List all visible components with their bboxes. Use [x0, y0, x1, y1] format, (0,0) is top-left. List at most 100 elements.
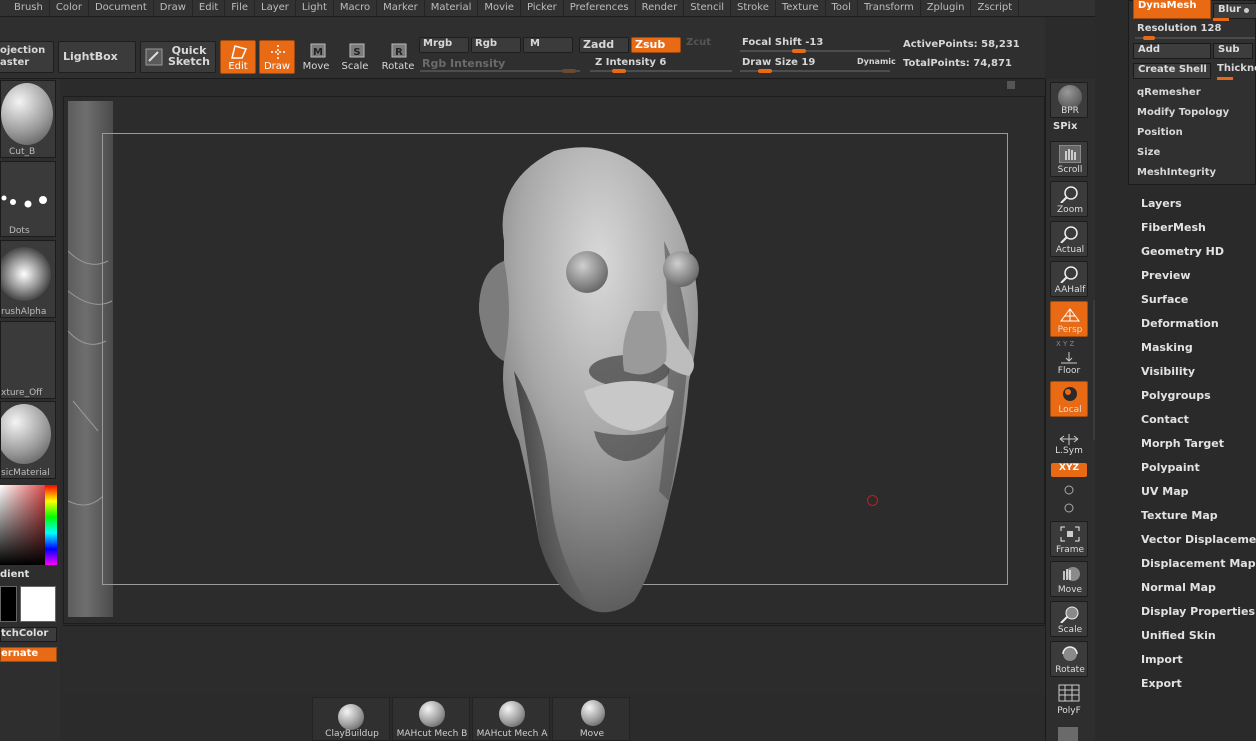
menu-material[interactable]: Material	[425, 0, 479, 16]
draw-size-control[interactable]: Draw Size 19	[742, 57, 815, 68]
dynamic-toggle[interactable]: Dynamic	[857, 57, 896, 66]
texture-thumbnail[interactable]: xture_Off	[0, 321, 56, 399]
tool-menu-fibermesh[interactable]: FiberMesh	[1141, 221, 1206, 234]
menu-render[interactable]: Render	[636, 0, 685, 16]
quick-sketch-button[interactable]: Quick Sketch	[140, 41, 216, 73]
meshintegrity-item[interactable]: MeshIntegrity	[1137, 167, 1216, 178]
thickness-slider-knob[interactable]	[1217, 77, 1233, 80]
zadd-button[interactable]: Zadd	[579, 37, 629, 53]
z-intensity-control[interactable]: Z Intensity 6	[595, 57, 666, 68]
secondary-color-swatch[interactable]	[0, 586, 17, 622]
blur-slider-knob[interactable]	[1213, 18, 1229, 21]
rgb-intensity-label[interactable]: Rgb Intensity	[422, 57, 505, 70]
blur-control[interactable]: Blur	[1213, 3, 1256, 19]
tool-menu-texture-map[interactable]: Texture Map	[1141, 509, 1218, 522]
rgb-intensity-knob[interactable]	[562, 69, 576, 73]
tool-menu-polypaint[interactable]: Polypaint	[1141, 461, 1200, 474]
lightbox-button[interactable]: LightBox	[58, 41, 136, 73]
focal-shift-knob[interactable]	[792, 49, 806, 53]
edit-button[interactable]: Edit	[220, 40, 256, 74]
tool-menu-contact[interactable]: Contact	[1141, 413, 1189, 426]
bpr-button[interactable]: BPR	[1050, 82, 1088, 118]
rgb-button[interactable]: Rgb	[471, 37, 521, 53]
menu-zplugin[interactable]: Zplugin	[921, 0, 972, 16]
rgb-intensity-slider[interactable]	[420, 70, 580, 72]
focal-shift-control[interactable]: Focal Shift -13	[742, 37, 823, 48]
menu-marker[interactable]: Marker	[377, 0, 425, 16]
tool-menu-normal-map[interactable]: Normal Map	[1141, 581, 1216, 594]
create-shell-button[interactable]: Create Shell	[1133, 63, 1211, 79]
floor-button[interactable]: Floor	[1050, 341, 1088, 377]
hue-slider[interactable]	[45, 485, 57, 565]
frame-button[interactable]: Frame	[1050, 521, 1088, 557]
main-color-swatch[interactable]	[20, 586, 56, 622]
menu-stroke[interactable]: Stroke	[731, 0, 776, 16]
tool-menu-vector-displacement[interactable]: Vector Displacement	[1141, 533, 1256, 546]
tray-brush-mahcut-b[interactable]: MAHcut Mech B	[392, 697, 470, 741]
tray-brush-mahcut-a[interactable]: MAHcut Mech A	[472, 697, 550, 741]
menu-zscript[interactable]: Zscript	[971, 0, 1020, 16]
scroll-button[interactable]: Scroll	[1050, 141, 1088, 177]
draw-button[interactable]: Draw	[259, 40, 295, 74]
tool-menu-polygroups[interactable]: Polygroups	[1141, 389, 1211, 402]
alternate-button[interactable]: ernate	[0, 647, 57, 662]
tool-menu-deformation[interactable]: Deformation	[1141, 317, 1219, 330]
size-item[interactable]: Size	[1137, 147, 1160, 158]
add-button[interactable]: Add	[1133, 43, 1211, 59]
tool-menu-masking[interactable]: Masking	[1141, 341, 1193, 354]
mrgb-button[interactable]: Mrgb	[419, 37, 469, 53]
menu-tool[interactable]: Tool	[826, 0, 858, 16]
rotation-axis-icons[interactable]	[1060, 483, 1078, 515]
rotate-view-button[interactable]: Rotate	[1050, 641, 1088, 677]
tool-menu-morph-target[interactable]: Morph Target	[1141, 437, 1224, 450]
gradient-label[interactable]: dient	[0, 569, 29, 580]
local-button[interactable]: Local	[1050, 381, 1088, 417]
tool-menu-visibility[interactable]: Visibility	[1141, 365, 1195, 378]
focal-shift-slider[interactable]	[740, 50, 890, 52]
sculpted-head-model[interactable]	[434, 141, 714, 621]
switch-color-button[interactable]: tchColor	[0, 627, 57, 642]
move-view-button[interactable]: Move	[1050, 561, 1088, 597]
zoom-button[interactable]: Zoom	[1050, 181, 1088, 217]
menu-draw[interactable]: Draw	[154, 0, 193, 16]
stroke-thumbnail[interactable]: Dots	[0, 161, 56, 237]
zsub-button[interactable]: Zsub	[631, 37, 681, 53]
spix-control[interactable]: SPix	[1053, 121, 1077, 132]
tool-menu-preview[interactable]: Preview	[1141, 269, 1191, 282]
z-intensity-knob[interactable]	[612, 69, 626, 73]
menu-layer[interactable]: Layer	[255, 0, 296, 16]
aahalf-button[interactable]: AAHalf	[1050, 261, 1088, 297]
menu-transform[interactable]: Transform	[858, 0, 921, 16]
tool-menu-layers[interactable]: Layers	[1141, 197, 1182, 210]
menu-brush[interactable]: Brush	[8, 0, 50, 16]
transparency-button[interactable]	[1058, 727, 1078, 741]
tool-menu-import[interactable]: Import	[1141, 653, 1183, 666]
tool-menu-displacement-map[interactable]: Displacement Map	[1141, 557, 1256, 570]
actual-button[interactable]: Actual	[1050, 221, 1088, 257]
tool-menu-display-properties[interactable]: Display Properties	[1141, 605, 1255, 618]
m-button[interactable]: M	[523, 37, 573, 53]
brush-thumbnail[interactable]: Cut_B	[0, 80, 56, 158]
scale-button[interactable]: S Scale	[338, 40, 374, 74]
tool-menu-surface[interactable]: Surface	[1141, 293, 1188, 306]
modify-topology-item[interactable]: Modify Topology	[1137, 107, 1229, 118]
menu-color[interactable]: Color	[50, 0, 89, 16]
toolbar-corner-handle[interactable]	[1007, 81, 1015, 89]
rotate-button[interactable]: R Rotate	[379, 40, 417, 74]
xyz-symmetry-button[interactable]: XYZ	[1051, 463, 1087, 477]
sub-button[interactable]: Sub	[1213, 43, 1253, 59]
menu-preferences[interactable]: Preferences	[564, 0, 636, 16]
polyframe-button[interactable]: PolyF	[1050, 681, 1088, 717]
document-canvas[interactable]	[63, 96, 1045, 624]
resolution-control[interactable]: Resolution 128	[1137, 23, 1221, 34]
move-button[interactable]: M Move	[299, 40, 335, 74]
menu-light[interactable]: Light	[296, 0, 334, 16]
resolution-slider-knob[interactable]	[1143, 36, 1155, 40]
tray-brush-move[interactable]: Move	[552, 697, 630, 741]
perspective-button[interactable]: Persp	[1050, 301, 1088, 337]
lsym-button[interactable]: L.Sym	[1050, 421, 1088, 457]
tool-menu-geometry-hd[interactable]: Geometry HD	[1141, 245, 1224, 258]
menu-picker[interactable]: Picker	[521, 0, 564, 16]
zcut-button[interactable]: Zcut	[683, 37, 733, 53]
scale-view-button[interactable]: Scale	[1050, 601, 1088, 637]
